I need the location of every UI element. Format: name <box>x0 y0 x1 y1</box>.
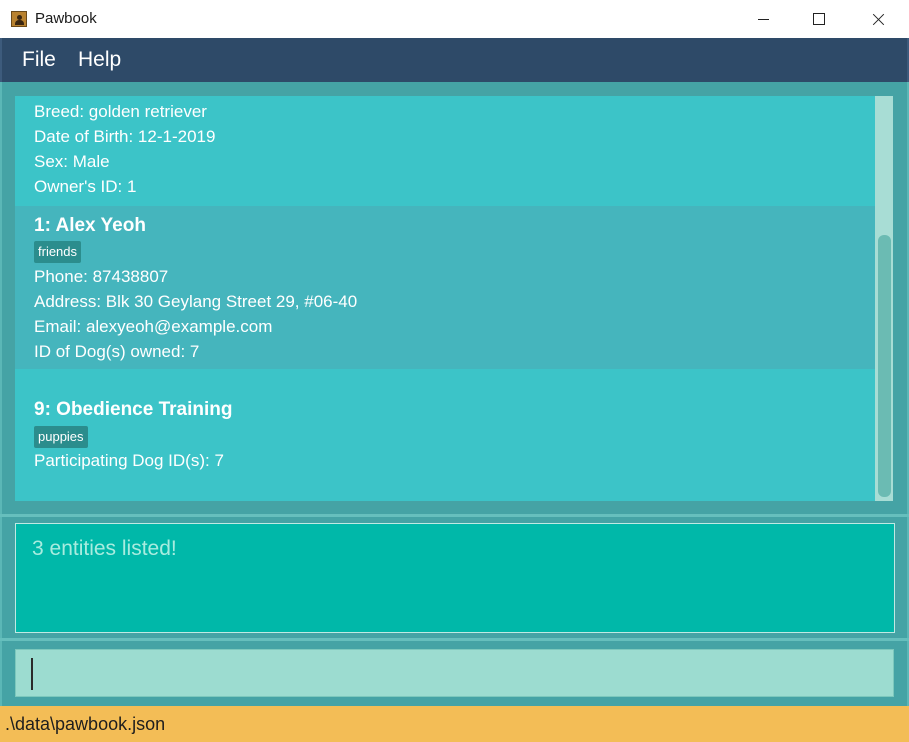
menu-file[interactable]: File <box>22 48 56 72</box>
title-bar: Pawbook <box>0 0 909 38</box>
list-item-dog[interactable]: Breed: golden retriever Date of Birth: 1… <box>15 96 875 206</box>
divider <box>0 514 909 517</box>
owner-address: Address: Blk 30 Geylang Street 29, #06-4… <box>34 292 358 311</box>
entity-list[interactable]: Breed: golden retriever Date of Birth: 1… <box>15 96 893 501</box>
program-participants: Participating Dog ID(s): 7 <box>34 451 224 470</box>
program-tag: puppies <box>34 426 88 448</box>
menu-help[interactable]: Help <box>78 48 121 72</box>
dog-dob: Date of Birth: 12-1-2019 <box>34 127 216 146</box>
command-input[interactable] <box>15 649 894 697</box>
program-title: 9: Obedience Training <box>34 399 233 420</box>
contact-book-icon <box>11 11 27 27</box>
close-button[interactable] <box>855 0 901 38</box>
list-scrollbar-thumb[interactable] <box>878 235 891 497</box>
status-bar: .\data\pawbook.json <box>0 706 909 742</box>
text-caret <box>31 658 33 690</box>
menu-bar: File Help <box>0 38 909 82</box>
window-title: Pawbook <box>35 10 97 27</box>
divider <box>0 638 909 641</box>
dog-breed: Breed: golden retriever <box>34 102 207 121</box>
owner-tag: friends <box>34 241 82 263</box>
list-item-owner[interactable]: 1: Alex Yeoh friends Phone: 87438807 Add… <box>15 206 875 369</box>
owner-title: 1: Alex Yeoh <box>34 215 146 236</box>
list-item-program[interactable]: 9: Obedience Training puppies Participat… <box>15 369 875 501</box>
dog-sex: Sex: Male <box>34 152 110 171</box>
owner-email: Email: alexyeoh@example.com <box>34 317 273 336</box>
dog-owner-id: Owner's ID: 1 <box>34 177 137 196</box>
owner-phone: Phone: 87438807 <box>34 267 169 286</box>
result-text: 3 entities listed! <box>32 537 177 560</box>
minimize-button[interactable] <box>740 0 786 38</box>
maximize-button[interactable] <box>796 0 842 38</box>
save-location: .\data\pawbook.json <box>5 714 166 734</box>
result-display[interactable]: 3 entities listed! <box>15 523 895 633</box>
owner-dogs-owned: ID of Dog(s) owned: 7 <box>34 342 200 361</box>
